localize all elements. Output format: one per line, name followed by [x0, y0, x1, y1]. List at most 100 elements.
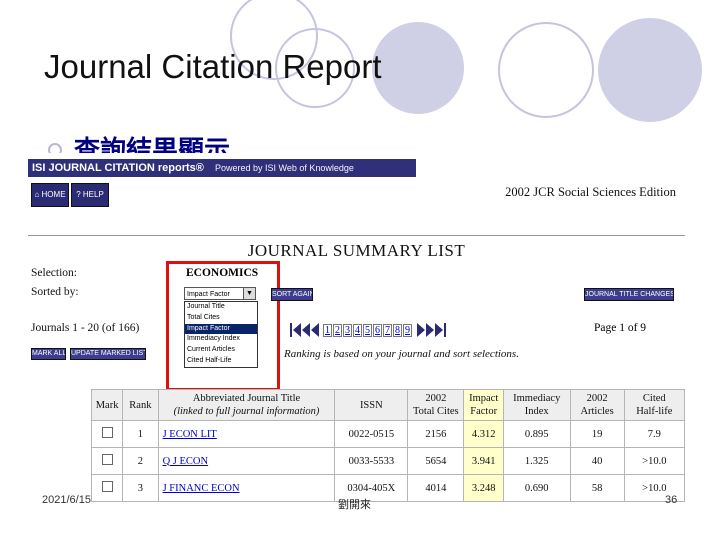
col-articles[interactable]: 2002 Articles	[569, 389, 625, 421]
edition-label: 2002 JCR Social Sciences Edition	[505, 185, 676, 199]
powered-by: Powered by ISI Web of Knowledge	[214, 163, 354, 173]
col-immediacy-line1: Immediacy	[513, 393, 561, 404]
col-articles-year: 2002	[586, 393, 608, 404]
col-issn: ISSN	[334, 389, 409, 421]
mark-checkbox[interactable]	[101, 427, 113, 438]
mark-checkbox[interactable]	[101, 454, 113, 465]
footer-author: 劉開來	[338, 498, 371, 511]
decor-circle	[372, 22, 464, 114]
slide-title: Journal Citation Report	[44, 48, 382, 85]
col-articles-label: Articles	[580, 406, 614, 417]
help-button[interactable]: ? HELP	[71, 183, 109, 207]
fast-forward-icon[interactable]	[426, 323, 434, 337]
col-impact-line2: Factor	[470, 406, 498, 417]
table-header-row: Mark Rank Abbreviated Journal Title (link…	[90, 389, 685, 421]
isi-brand: ISI JOURNAL CITATION reports®	[32, 162, 204, 174]
rank-cell: 1	[122, 420, 159, 448]
mark-cell	[90, 420, 124, 448]
half-life-cell: >10.0	[623, 447, 685, 475]
page-link[interactable]: 6	[373, 323, 382, 337]
journal-table: Mark Rank Abbreviated Journal Title (link…	[90, 389, 685, 502]
page-link[interactable]: 4	[353, 323, 362, 337]
selection-label: Selection:	[31, 267, 77, 279]
divider	[28, 235, 685, 236]
immediacy-cell: 0.895	[502, 420, 571, 448]
page-link[interactable]: 7	[383, 323, 392, 337]
journal-title-changes-button[interactable]: JOURNAL TITLE CHANGES	[584, 288, 674, 301]
ranking-note: Ranking is based on your journal and sor…	[284, 348, 519, 360]
sorted-by-label: Sorted by:	[31, 286, 79, 298]
help-label: HELP	[82, 190, 104, 199]
total-cites-cell: 2156	[407, 420, 465, 448]
mark-cell	[90, 447, 124, 475]
col-half-life-line1: Cited	[642, 393, 666, 404]
sort-again-button[interactable]: SORT AGAIN	[271, 288, 313, 301]
journal-link[interactable]: J FINANC ECON	[163, 483, 240, 494]
half-life-cell: 7.9	[623, 420, 685, 448]
isi-header-bar: ISI JOURNAL CITATION reports® Powered by…	[28, 159, 416, 177]
total-cites-cell: 5654	[407, 447, 465, 475]
title-cell: J FINANC ECON	[157, 474, 336, 502]
fast-forward-icon[interactable]	[435, 323, 443, 337]
page-link[interactable]: 5	[363, 323, 372, 337]
col-half-life[interactable]: Cited Half-life	[623, 389, 685, 421]
page-of-label: Page 1 of 9	[594, 322, 647, 334]
immediacy-cell: 1.325	[502, 447, 571, 475]
col-immediacy-line2: Index	[524, 406, 549, 417]
mark-cell	[90, 474, 124, 502]
immediacy-cell: 0.690	[502, 474, 571, 502]
col-total-cites[interactable]: 2002 Total Cites	[407, 389, 465, 421]
journals-range: Journals 1 - 20 (of 166)	[31, 322, 140, 334]
impact-factor-cell: 3.941	[463, 447, 504, 475]
page-link[interactable]: 3	[343, 323, 352, 337]
col-half-life-line2: Half-life	[636, 406, 673, 417]
impact-factor-cell: 4.312	[463, 420, 504, 448]
page-link[interactable]: 8	[393, 323, 402, 337]
page-link[interactable]: 2	[333, 323, 342, 337]
last-page-icon[interactable]	[444, 323, 446, 337]
mark-all-button[interactable]: MARK ALL	[31, 348, 66, 360]
pagination: 1 2 3 4 5 6 7 8 9	[290, 321, 446, 339]
col-title-line1: Abbreviated Journal Title	[192, 393, 301, 404]
prev-icon[interactable]	[311, 323, 319, 337]
col-title-line2: (linked to full journal information)	[173, 406, 320, 417]
page-numbers: 1 2 3 4 5 6 7 8 9	[323, 323, 413, 337]
rank-cell: 2	[122, 447, 159, 475]
impact-factor-cell: 3.248	[463, 474, 504, 502]
rewind-icon[interactable]	[293, 323, 301, 337]
update-marked-list-button[interactable]: UPDATE MARKED LIST	[70, 348, 146, 360]
first-page-icon[interactable]	[290, 323, 292, 337]
rank-cell: 3	[122, 474, 159, 502]
issn-cell: 0022-0515	[334, 420, 409, 448]
table-row: 1 J ECON LIT 0022-0515 2156 4.312 0.895 …	[90, 420, 685, 448]
title-cell: J ECON LIT	[157, 420, 336, 448]
footer-date: 2021/6/15	[42, 494, 91, 506]
home-icon: ⌂	[34, 190, 40, 199]
title-cell: Q J ECON	[157, 447, 336, 475]
col-mark: Mark	[90, 389, 124, 421]
articles-cell: 58	[569, 474, 625, 502]
home-label: HOME	[41, 190, 66, 199]
footer-page-number: 36	[665, 494, 678, 506]
journal-link[interactable]: J ECON LIT	[163, 429, 217, 440]
decor-circle	[598, 18, 702, 122]
highlight-box	[166, 261, 280, 391]
col-impact-line1: Impact	[469, 393, 499, 404]
page-link[interactable]: 1	[323, 323, 332, 337]
table-row: 2 Q J ECON 0033-5533 5654 3.941 1.325 40…	[90, 447, 685, 475]
mark-checkbox[interactable]	[101, 481, 113, 492]
col-immediacy[interactable]: Immediacy Index	[502, 389, 571, 421]
col-total-cites-label: Total Cites	[413, 406, 459, 417]
next-icon[interactable]	[417, 323, 425, 337]
rewind-icon[interactable]	[302, 323, 310, 337]
issn-cell: 0033-5533	[334, 447, 409, 475]
col-impact-factor[interactable]: Impact Factor	[463, 389, 504, 421]
summary-title: JOURNAL SUMMARY LIST	[247, 241, 466, 260]
page-link[interactable]: 9	[403, 323, 412, 337]
articles-cell: 40	[569, 447, 625, 475]
journal-link[interactable]: Q J ECON	[163, 456, 209, 467]
col-total-cites-year: 2002	[425, 393, 447, 404]
home-button[interactable]: ⌂ HOME	[31, 183, 69, 207]
col-rank[interactable]: Rank	[122, 389, 159, 421]
articles-cell: 19	[569, 420, 625, 448]
